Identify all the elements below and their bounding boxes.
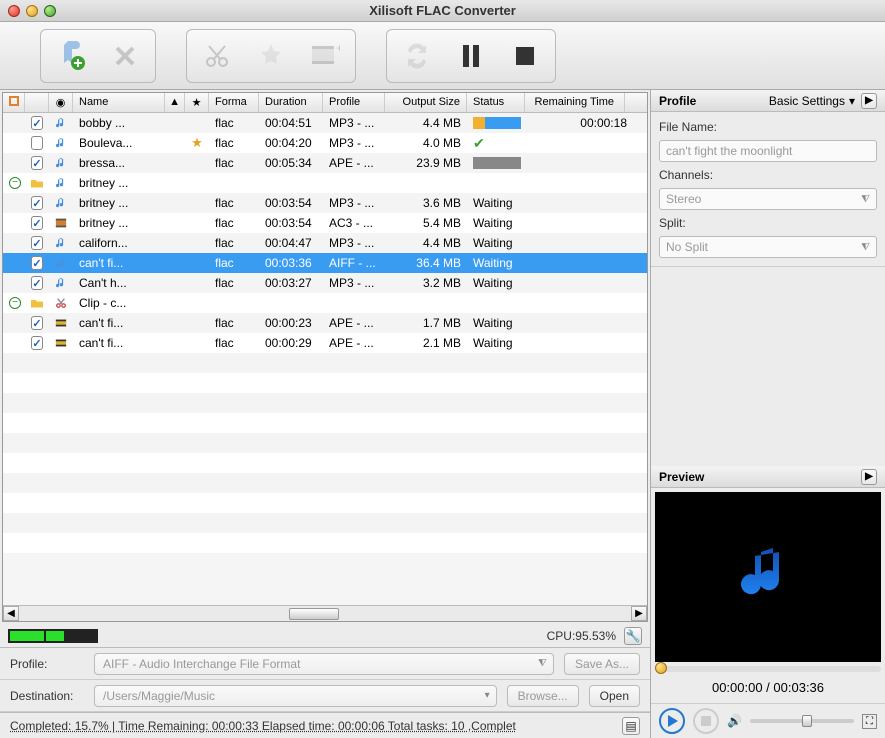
svg-text:+: + — [336, 42, 340, 55]
volume-icon[interactable]: 🔊 — [727, 714, 742, 728]
add-file-button[interactable] — [49, 34, 93, 78]
clip-button[interactable]: + — [303, 34, 347, 78]
expand-preview-icon[interactable]: ▶ — [861, 469, 877, 485]
filename-label: File Name: — [659, 120, 877, 134]
preview-area — [655, 492, 881, 662]
volume-slider[interactable] — [750, 719, 854, 723]
open-button[interactable]: Open — [589, 685, 640, 707]
cpu-gauge — [8, 629, 98, 643]
destination-label: Destination: — [10, 689, 84, 703]
table-row[interactable]: can't fi...flac00:00:29APE - ...2.1 MBWa… — [3, 333, 647, 353]
table-header: ◉ Name ▲ ★ Forma Duration Profile Output… — [3, 93, 647, 113]
table-row[interactable]: Can't h...flac00:03:27MP3 - ...3.2 MBWai… — [3, 273, 647, 293]
browse-button[interactable]: Browse... — [507, 685, 579, 707]
col-duration[interactable]: Duration — [259, 93, 323, 112]
col-profile[interactable]: Profile — [323, 93, 385, 112]
filename-input[interactable]: can't fight the moonlight — [659, 140, 877, 162]
seek-slider[interactable] — [655, 666, 881, 672]
col-media[interactable]: ◉ — [49, 93, 73, 112]
col-size[interactable]: Output Size — [385, 93, 467, 112]
transport-controls: 🔊 ⛶ — [651, 703, 885, 738]
profile-settings: File Name: can't fight the moonlight Cha… — [651, 112, 885, 267]
table-row[interactable]: britney ...flac00:03:54AC3 - ...5.4 MBWa… — [3, 213, 647, 233]
table-row[interactable]: bobby ...flac00:04:51MP3 - ...4.4 MB25.0… — [3, 113, 647, 133]
col-star[interactable]: ★ — [185, 93, 209, 112]
preview-header: Preview ▶ — [651, 466, 885, 488]
table-row[interactable]: Bouleva...★flac00:04:20MP3 - ...4.0 MB✔ — [3, 133, 647, 153]
col-mark[interactable] — [3, 93, 25, 112]
file-table: ◉ Name ▲ ★ Forma Duration Profile Output… — [2, 92, 648, 622]
col-check[interactable] — [25, 93, 49, 112]
split-select[interactable]: No Split⧨ — [659, 236, 877, 258]
remove-button[interactable] — [103, 34, 147, 78]
cpu-bar: CPU:95.53% 🔧 — [0, 624, 650, 648]
status-bar: Completed: 15.7% | Time Remaining: 00:00… — [0, 712, 650, 738]
table-row[interactable]: can't fi...flac00:00:23APE - ...1.7 MBWa… — [3, 313, 647, 333]
play-button[interactable] — [659, 708, 685, 734]
pause-button[interactable] — [449, 34, 493, 78]
table-row[interactable]: californ...flac00:04:47MP3 - ...4.4 MBWa… — [3, 233, 647, 253]
table-row[interactable]: −Clip - c... — [3, 293, 647, 313]
status-text: Completed: 15.7% | Time Remaining: 00:00… — [10, 719, 516, 733]
col-remaining[interactable]: Remaining Time — [525, 93, 625, 112]
destination-panel: Destination: /Users/Maggie/Music ▾ Brows… — [0, 680, 650, 712]
cut-button[interactable] — [195, 34, 239, 78]
preview-time: 00:00:00 / 00:03:36 — [651, 672, 885, 703]
channels-label: Channels: — [659, 168, 877, 182]
profile-panel: Profile: AIFF - Audio Interchange File F… — [0, 648, 650, 680]
log-icon[interactable]: ▤ — [622, 717, 640, 735]
table-row[interactable]: −britney ... — [3, 173, 647, 193]
channels-select[interactable]: Stereo⧨ — [659, 188, 877, 210]
window-title: Xilisoft FLAC Converter — [0, 3, 885, 18]
profile-label: Profile: — [10, 657, 84, 671]
scroll-right-icon[interactable]: ▶ — [631, 606, 647, 621]
table-row[interactable]: can't fi...flac00:03:36AIFF - ...36.4 MB… — [3, 253, 647, 273]
effects-button[interactable] — [249, 34, 293, 78]
settings-icon[interactable]: 🔧 — [624, 627, 642, 645]
profile-header: Profile Basic Settings ▾ ▶ — [651, 90, 885, 112]
col-sort[interactable]: ▲ — [165, 93, 185, 112]
col-name[interactable]: Name — [73, 93, 165, 112]
stop-button[interactable] — [503, 34, 547, 78]
split-label: Split: — [659, 216, 877, 230]
profile-select[interactable]: AIFF - Audio Interchange File Format ⧨ — [94, 653, 554, 675]
toolbar: + — [0, 22, 885, 90]
stop-preview-button[interactable] — [693, 708, 719, 734]
basic-settings-dropdown[interactable]: Basic Settings ▾ — [769, 94, 855, 108]
snapshot-icon[interactable]: ⛶ — [862, 714, 877, 729]
scroll-left-icon[interactable]: ◀ — [3, 606, 19, 621]
table-row[interactable]: bressa...flac00:05:34APE - ...23.9 MB — [3, 153, 647, 173]
convert-button[interactable] — [395, 34, 439, 78]
expand-profile-icon[interactable]: ▶ — [861, 93, 877, 109]
horizontal-scrollbar[interactable]: ◀ ▶ — [3, 605, 647, 621]
col-format[interactable]: Forma — [209, 93, 259, 112]
destination-select[interactable]: /Users/Maggie/Music ▾ — [94, 685, 497, 707]
title-bar: Xilisoft FLAC Converter — [0, 0, 885, 22]
cpu-label: CPU:95.53% — [547, 629, 616, 643]
col-status[interactable]: Status — [467, 93, 525, 112]
save-as-button[interactable]: Save As... — [564, 653, 640, 675]
table-row[interactable]: britney ...flac00:03:54MP3 - ...3.6 MBWa… — [3, 193, 647, 213]
